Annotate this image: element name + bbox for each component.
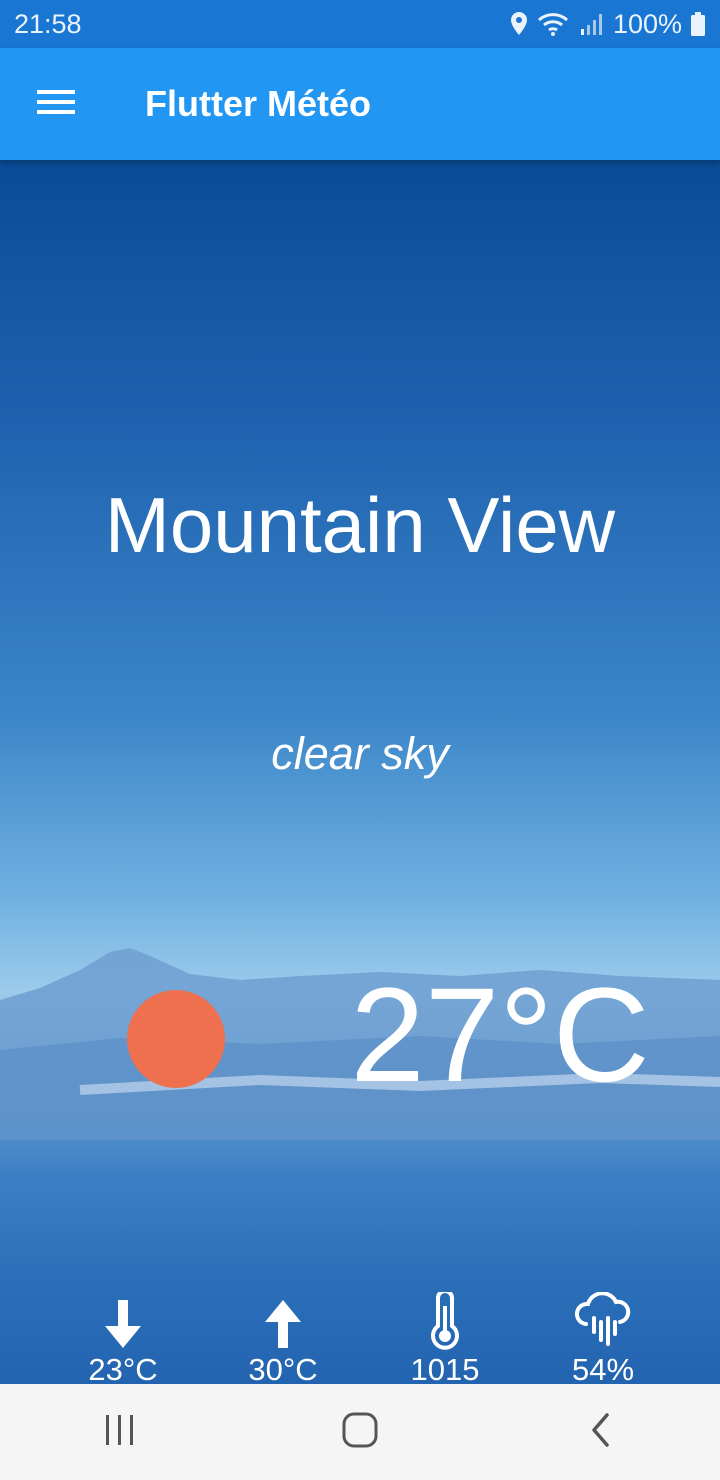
status-bar: 21:58 100% <box>0 0 720 48</box>
stat-min-temp: 23°C <box>43 1290 203 1384</box>
battery-percent: 100% <box>612 8 682 39</box>
weather-description: clear sky <box>271 728 449 779</box>
arrow-down-icon <box>43 1290 203 1350</box>
recent-apps-icon <box>103 1414 137 1451</box>
back-icon <box>589 1412 611 1453</box>
arrow-up-icon <box>203 1290 363 1350</box>
pressure-value: 1015 <box>410 1352 480 1384</box>
status-icons: 100% <box>509 9 706 40</box>
location-icon <box>509 11 529 37</box>
menu-button[interactable] <box>0 48 112 160</box>
home-icon <box>342 1412 378 1453</box>
menu-icon <box>37 89 75 120</box>
sun-icon <box>127 990 225 1088</box>
city-name: Mountain View <box>104 481 616 569</box>
recent-apps-button[interactable] <box>60 1384 180 1480</box>
signal-icon <box>579 11 605 37</box>
max-temp-value: 30°C <box>248 1352 318 1384</box>
thermometer-icon <box>365 1290 525 1350</box>
stat-humidity: 54% <box>523 1290 683 1384</box>
weather-panel: Mountain View clear sky 27°C 23°C 30°C 1… <box>0 160 720 1384</box>
back-button[interactable] <box>540 1384 660 1480</box>
system-nav-bar <box>0 1384 720 1480</box>
app-title: Flutter Météo <box>145 83 372 124</box>
weather-stats: 23°C 30°C 1015 54% <box>0 1290 720 1384</box>
wifi-icon <box>537 11 571 37</box>
current-temperature: 27°C <box>350 961 650 1110</box>
stat-max-temp: 30°C <box>203 1290 363 1384</box>
stat-pressure: 1015 <box>365 1290 525 1384</box>
min-temp-value: 23°C <box>88 1352 158 1384</box>
battery-icon <box>690 11 706 37</box>
app-bar: Flutter Météo <box>0 48 720 160</box>
rain-cloud-icon <box>523 1290 683 1350</box>
status-time: 21:58 <box>14 8 82 39</box>
humidity-value: 54% <box>571 1352 635 1384</box>
home-button[interactable] <box>300 1384 420 1480</box>
